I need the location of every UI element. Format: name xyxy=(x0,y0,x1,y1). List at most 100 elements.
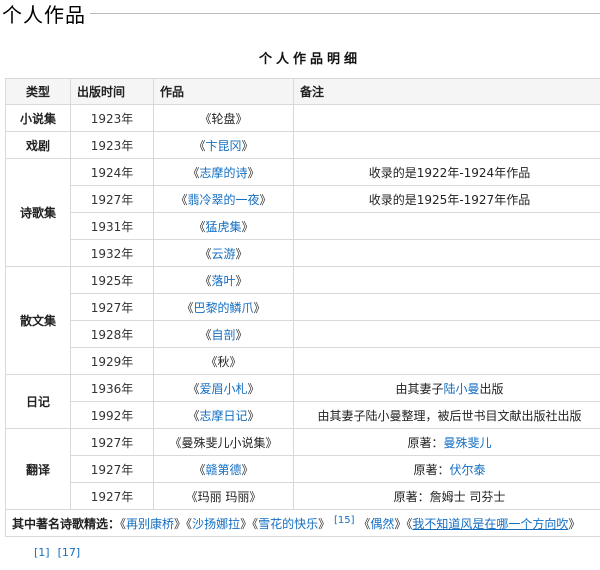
table-row: 小说集 1923年 《轮盘》 xyxy=(5,104,600,132)
table-row: 1931年 《猛虎集》 xyxy=(6,212,600,240)
note-cell: 原著：伏尔泰 xyxy=(293,455,600,483)
type-cell: 散文集 xyxy=(5,266,71,375)
note-cell xyxy=(293,347,600,375)
work-link[interactable]: 志摩日记 xyxy=(199,409,247,423)
table-row: 1929年 《秋》 xyxy=(6,347,600,375)
work-cell: 《玛丽 玛丽》 xyxy=(153,482,294,510)
work-link[interactable]: 落叶 xyxy=(211,274,235,288)
works-table: 类型 出版时间 作品 备注 小说集 1923年 《轮盘》 戏剧 1923年 《卞… xyxy=(5,78,600,537)
year-cell: 1927年 xyxy=(70,293,154,321)
work-cell: 《卞昆冈》 xyxy=(153,131,294,159)
year-cell: 1931年 xyxy=(70,212,154,240)
note-cell xyxy=(293,239,600,267)
work-link[interactable]: 翡冷翠的一夜 xyxy=(187,193,259,207)
year-cell: 1923年 xyxy=(70,104,154,132)
work-cell: 《志摩的诗》 xyxy=(153,158,294,186)
type-cell: 日记 xyxy=(5,374,71,429)
note-cell: 由其妻子陆小曼出版 xyxy=(293,374,600,402)
year-cell: 1927年 xyxy=(70,428,154,456)
type-cell: 小说集 xyxy=(5,104,71,132)
table-row: 1928年 《自剖》 xyxy=(6,320,600,348)
year-cell: 1927年 xyxy=(70,455,154,483)
poems-cell: 其中著名诗歌精选：《再别康桥》《沙扬娜拉》《雪花的快乐》 [15] 《偶然》《我… xyxy=(5,509,600,537)
work-cell: 《落叶》 xyxy=(153,266,294,294)
work-cell: 《轮盘》 xyxy=(153,104,294,132)
poems-label: 其中著名诗歌精选： xyxy=(12,516,121,531)
note-cell xyxy=(293,293,600,321)
poems-row: 其中著名诗歌精选：《再别康桥》《沙扬娜拉》《雪花的快乐》 [15] 《偶然》《我… xyxy=(5,509,600,537)
note-link[interactable]: 伏尔泰 xyxy=(450,463,486,477)
reference-link[interactable]: [1] xyxy=(34,546,50,559)
note-cell xyxy=(293,320,600,348)
year-cell: 1924年 xyxy=(70,158,154,186)
note-cell: 收录的是1925年-1927年作品 xyxy=(293,185,600,213)
work-link[interactable]: 自剖 xyxy=(211,328,235,342)
note-cell: 收录的是1922年-1924年作品 xyxy=(293,158,600,186)
work-title: 曼殊斐儿小说集 xyxy=(181,435,266,450)
work-cell: 《赣第德》 xyxy=(153,455,294,483)
poem-link[interactable]: 雪花的快乐 xyxy=(258,517,318,531)
table-row: 1927年 《赣第德》 原著：伏尔泰 xyxy=(6,455,600,483)
work-cell: 《志摩日记》 xyxy=(153,401,294,429)
year-cell: 1936年 xyxy=(70,374,154,402)
note-cell xyxy=(293,104,600,132)
work-link[interactable]: 云游 xyxy=(211,247,235,261)
type-cell: 戏剧 xyxy=(5,131,71,159)
year-cell: 1923年 xyxy=(70,131,154,159)
work-link[interactable]: 巴黎的鳞爪 xyxy=(193,301,253,315)
note-cell xyxy=(293,266,600,294)
note-text: 出版 xyxy=(479,381,504,396)
poem-link[interactable]: 我不知道风是在哪一个方向吹 xyxy=(412,517,568,531)
work-cell: 《自剖》 xyxy=(153,320,294,348)
page-title: 个人作品 xyxy=(2,3,86,27)
work-cell: 《云游》 xyxy=(153,239,294,267)
work-link[interactable]: 志摩的诗 xyxy=(199,166,247,180)
work-link[interactable]: 爱眉小札 xyxy=(199,382,247,396)
work-title: 玛丽 玛丽 xyxy=(197,489,250,504)
poem-link[interactable]: 偶然 xyxy=(370,517,394,531)
table-row: 戏剧 1923年 《卞昆冈》 xyxy=(5,131,600,159)
work-cell: 《翡冷翠的一夜》 xyxy=(153,185,294,213)
year-cell: 1925年 xyxy=(70,266,154,294)
poem-link[interactable]: 沙扬娜拉 xyxy=(192,517,240,531)
year-cell: 1992年 xyxy=(70,401,154,429)
work-cell: 《曼殊斐儿小说集》 xyxy=(153,428,294,456)
table-row: 1927年 《巴黎的鳞爪》 xyxy=(6,293,600,321)
table-title: 个人作品明细 xyxy=(258,52,361,67)
note-link[interactable]: 曼殊斐儿 xyxy=(444,436,492,450)
header-type: 类型 xyxy=(5,78,71,105)
work-cell: 《猛虎集》 xyxy=(153,212,294,240)
work-link[interactable]: 卞昆冈 xyxy=(205,139,241,153)
header-work: 作品 xyxy=(153,78,294,105)
year-cell: 1928年 xyxy=(70,320,154,348)
note-cell: 由其妻子陆小曼整理，被后世书目文献出版社出版 xyxy=(293,401,600,429)
work-link[interactable]: 猛虎集 xyxy=(205,220,241,234)
work-title: 轮盘 xyxy=(211,111,236,126)
reference-link[interactable]: [17] xyxy=(58,546,81,559)
note-cell xyxy=(293,212,600,240)
note-text: 原著： xyxy=(413,462,450,477)
year-cell: 1927年 xyxy=(70,185,154,213)
year-cell: 1932年 xyxy=(70,239,154,267)
header-note: 备注 xyxy=(293,78,600,105)
table-row: 翻译 1927年 《曼殊斐儿小说集》 原著：曼殊斐儿 xyxy=(5,428,600,510)
table-row: 诗歌集 1924年 《志摩的诗》 收录的是1922年-1924年作品 xyxy=(5,158,600,267)
table-row: 1992年 《志摩日记》 由其妻子陆小曼整理，被后世书目文献出版社出版 xyxy=(6,401,600,429)
work-cell: 《秋》 xyxy=(153,347,294,375)
table-row: 日记 1936年 《爱眉小札》 由其妻子陆小曼出版 xyxy=(5,374,600,429)
table-header-row: 类型 出版时间 作品 备注 xyxy=(5,78,600,105)
work-link[interactable]: 赣第德 xyxy=(205,463,241,477)
table-row: 1927年 《玛丽 玛丽》 原著：詹姆士 司芬士 xyxy=(6,482,600,510)
note-cell: 原著：詹姆士 司芬士 xyxy=(293,482,600,510)
work-cell: 《巴黎的鳞爪》 xyxy=(153,293,294,321)
type-cell: 翻译 xyxy=(5,428,71,510)
note-link[interactable]: 陆小曼 xyxy=(443,382,479,396)
year-cell: 1929年 xyxy=(70,347,154,375)
table-row: 散文集 1925年 《落叶》 xyxy=(5,266,600,375)
poem-link[interactable]: 再别康桥 xyxy=(126,517,174,531)
reference-link[interactable]: [15] xyxy=(334,515,355,526)
year-cell: 1927年 xyxy=(70,482,154,510)
note-cell: 原著：曼殊斐儿 xyxy=(293,428,600,456)
table-row: 1932年 《云游》 xyxy=(6,239,600,267)
header-year: 出版时间 xyxy=(70,78,154,105)
